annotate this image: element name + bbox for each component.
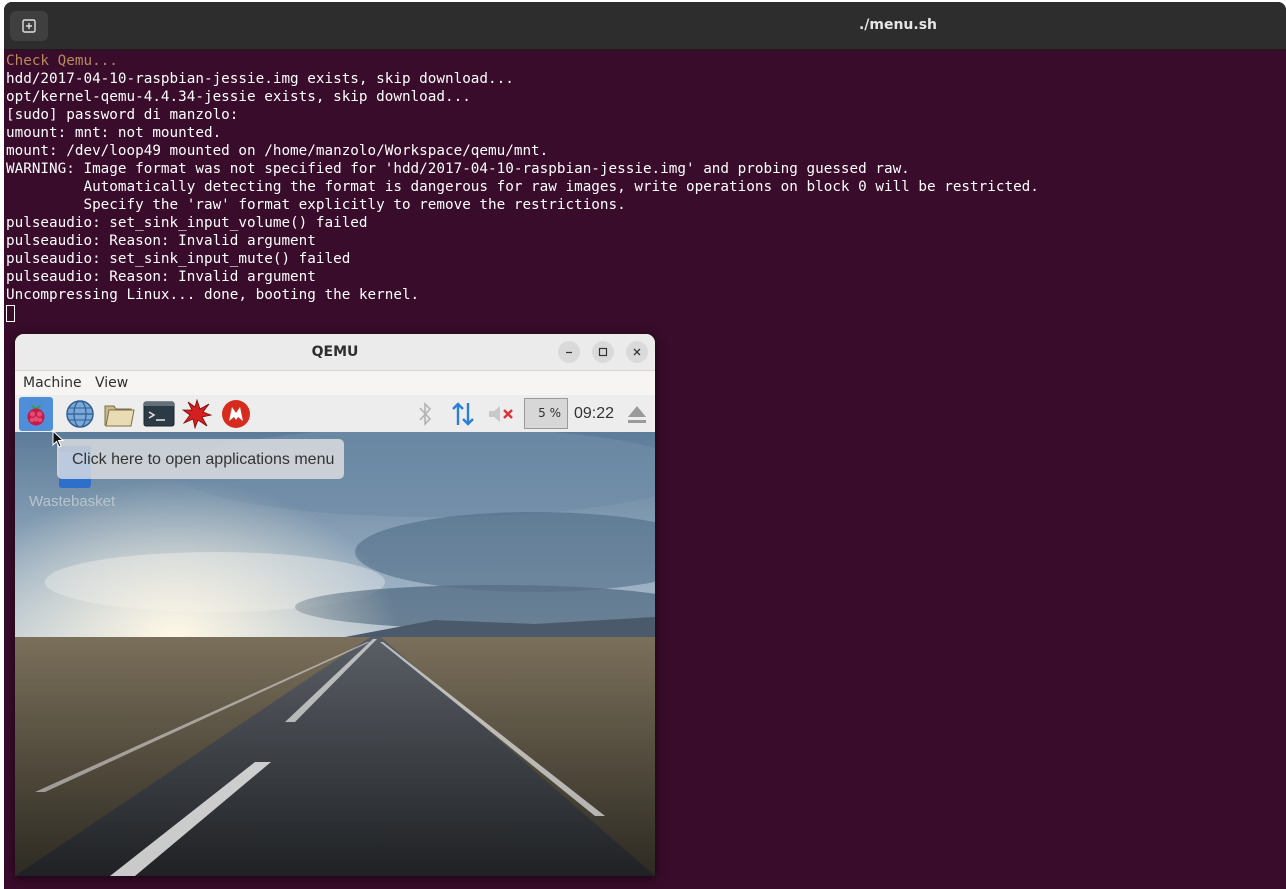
mathematica-launcher[interactable] [180,397,214,431]
eject-icon[interactable] [626,403,648,425]
applications-menu-button[interactable] [19,397,53,431]
terminal-cursor [6,305,15,322]
terminal-line: pulseaudio: set_sink_input_mute() failed [6,251,351,267]
bluetooth-icon[interactable] [417,401,433,427]
web-browser-launcher[interactable] [63,397,97,431]
file-manager-launcher[interactable] [102,397,136,431]
terminal-titlebar: ./menu.sh [4,2,1286,50]
terminal-line: opt/kernel-qemu-4.4.34-jessie exists, sk… [6,89,471,105]
terminal-line: Specify the 'raw' format explicitly to r… [6,197,626,213]
terminal-line: hdd/2017-04-10-raspbian-jessie.img exist… [6,71,514,87]
volume-muted-icon[interactable] [487,402,517,426]
cpu-monitor[interactable]: 5 % [524,398,568,429]
raspbian-taskbar: 5 % 09:22 [15,395,655,433]
raspberry-menu-icon [27,404,45,426]
qemu-menubar: Machine View [15,371,655,395]
wolfram-launcher[interactable] [219,397,253,431]
minimize-button[interactable] [558,341,580,363]
wastebasket-label[interactable]: Wastebasket [29,493,115,510]
terminal-line: pulseaudio: set_sink_input_volume() fail… [6,215,368,231]
terminal-line: Uncompressing Linux... done, booting the… [6,287,420,303]
qemu-window: QEMU Machine View 5 % 09:22 Wastebasket … [15,334,655,876]
file-manager-icon [104,405,135,427]
terminal-line: [sudo] password di manzolo: [6,107,239,123]
terminal-line: Check Qemu... [6,53,118,69]
close-button[interactable] [626,341,648,363]
menu-view[interactable]: View [95,375,128,391]
close-icon [633,348,641,356]
network-icon[interactable] [451,400,475,428]
terminal-launcher[interactable] [142,397,176,431]
math-kernel-icon [182,399,212,429]
minimize-icon [566,351,572,354]
desktop[interactable]: Wastebasket Click here to open applicati… [15,432,655,876]
maximize-icon [598,347,608,357]
terminal-line: pulseaudio: Reason: Invalid argument [6,269,316,285]
terminal-line: umount: mnt: not mounted. [6,125,222,141]
terminal-line: pulseaudio: Reason: Invalid argument [6,233,316,249]
terminal-line: Automatically detecting the format is da… [6,179,1039,195]
applications-menu-tooltip: Click here to open applications menu [57,439,345,479]
terminal-line: mount: /dev/loop49 mounted on /home/manz… [6,143,549,159]
panel-clock[interactable]: 09:22 [574,395,614,432]
menu-machine[interactable]: Machine [23,375,82,391]
qemu-titlebar[interactable]: QEMU [15,334,655,371]
terminal-title: ./menu.sh [858,17,938,33]
terminal-icon [143,401,175,427]
mouse-cursor-icon [52,430,65,448]
terminal-line: WARNING: Image format was not specified … [6,161,910,177]
maximize-button[interactable] [592,341,614,363]
wolfram-icon [222,400,250,428]
web-browser-icon [66,400,94,428]
